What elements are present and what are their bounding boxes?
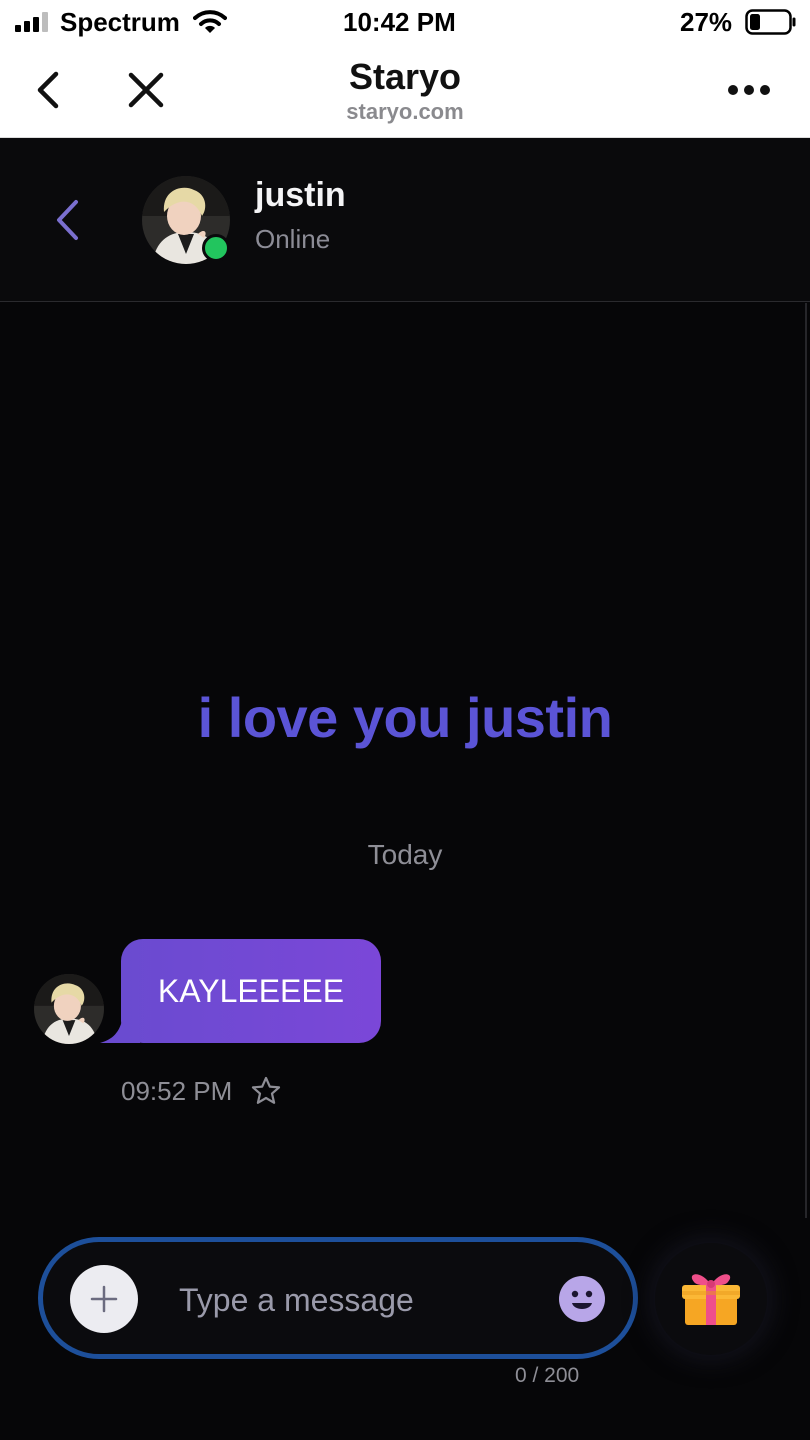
contact-status: Online	[255, 224, 331, 254]
scrollbar[interactable]	[805, 303, 807, 1218]
gift-icon	[682, 1274, 740, 1325]
site-title: Staryo	[348, 56, 462, 97]
browser-header: Staryo staryo.com	[0, 46, 810, 138]
message-time: 09:52 PM	[121, 1076, 233, 1106]
chat-header: justin Online	[0, 138, 810, 302]
contact-name: justin	[255, 176, 346, 214]
carrier-name: Spectrum	[60, 7, 180, 37]
chat-back-icon[interactable]	[52, 198, 82, 242]
online-status-dot	[202, 234, 230, 262]
message-composer	[38, 1237, 638, 1359]
battery-percent: 27%	[680, 7, 733, 37]
status-time: 10:42 PM	[343, 7, 456, 37]
profile-bio: i love you justin	[197, 686, 613, 749]
emoji-icon[interactable]	[558, 1275, 606, 1323]
chat-body[interactable]: i love you justin Today KAYLEEEEE 09:52 …	[0, 303, 810, 1223]
more-dots-icon[interactable]	[724, 80, 774, 100]
contact-avatar[interactable]	[142, 176, 230, 264]
message-bubble[interactable]: KAYLEEEEE	[121, 939, 381, 1043]
date-divider: Today	[367, 839, 443, 870]
battery-icon	[745, 9, 796, 35]
plus-icon	[90, 1285, 118, 1313]
status-bar: Spectrum 10:42 PM 27%	[0, 0, 810, 46]
star-icon[interactable]	[250, 1075, 282, 1107]
message-input[interactable]	[177, 1272, 547, 1328]
avatar-photo	[34, 974, 104, 1044]
message-sender-avatar[interactable]	[34, 974, 104, 1044]
signal-icon	[15, 12, 48, 32]
site-url[interactable]: staryo.com	[0, 99, 810, 125]
gift-button[interactable]	[655, 1243, 767, 1355]
attach-button[interactable]	[70, 1265, 138, 1333]
char-counter: 0 / 200	[515, 1364, 580, 1387]
wifi-icon	[193, 10, 227, 33]
